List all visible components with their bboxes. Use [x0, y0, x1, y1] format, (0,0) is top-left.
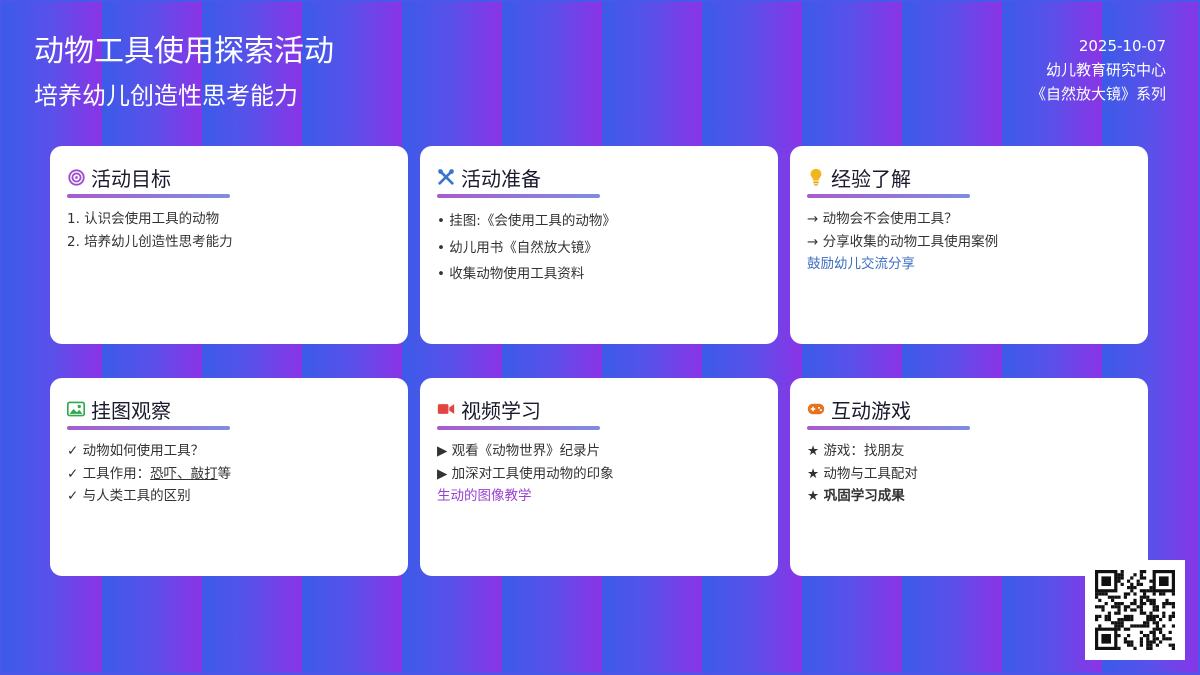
- list-item: 1. 认识会使用工具的动物: [67, 211, 220, 227]
- list-item: ★ 游戏：找朋友: [807, 443, 905, 459]
- card-video-learning: 视频学习 ▶ 观看《动物世界》纪录片 ▶ 加深对工具使用动物的印象 生动的图像教…: [420, 378, 778, 576]
- page-title: 动物工具使用探索活动: [34, 34, 334, 69]
- page-subtitle: 培养幼儿创造性思考能力: [34, 82, 298, 110]
- series-text: 《自然放大镜》系列: [1030, 85, 1166, 103]
- card-title: 视频学习: [461, 398, 541, 423]
- tools-icon: [437, 168, 455, 186]
- image-icon: [67, 400, 85, 418]
- tool-link[interactable]: 恐吓、敲打: [150, 466, 218, 482]
- date-text: 2025-10-07: [1078, 37, 1166, 55]
- card-title: 挂图观察: [91, 398, 171, 423]
- card-activity-prep: 活动准备 • 挂图:《会使用工具的动物》 • 幼儿用书《自然放大镜》 • 收集动…: [420, 146, 778, 344]
- list-item: ✓ 工具作用：恐吓、敲打等: [67, 465, 232, 482]
- video-icon: [437, 400, 455, 418]
- list-item: • 收集动物使用工具资料: [437, 266, 585, 282]
- card-title: 活动准备: [461, 166, 541, 191]
- qr-code[interactable]: [1085, 560, 1185, 660]
- list-item: • 幼儿用书《自然放大镜》: [437, 239, 598, 256]
- title-underline: [67, 194, 230, 198]
- title-underline: [807, 426, 970, 430]
- card-chart-observation: 挂图观察 ✓ 动物如何使用工具？ ✓ 工具作用：恐吓、敲打等 ✓ 与人类工具的区…: [50, 378, 408, 576]
- target-icon: [67, 168, 85, 186]
- title-underline: [437, 194, 600, 198]
- card-interactive-game: 互动游戏 ★ 游戏：找朋友 ★ 动物与工具配对 ★ 巩固学习成果: [790, 378, 1148, 576]
- card-activity-goals: 活动目标 1. 认识会使用工具的动物 2. 培养幼儿创造性思考能力: [50, 146, 408, 344]
- card-title: 互动游戏: [831, 398, 911, 423]
- list-item: ★ 巩固学习成果: [807, 488, 905, 504]
- title-underline: [67, 426, 230, 430]
- list-item: ▶ 加深对工具使用动物的印象: [437, 465, 614, 482]
- gamepad-icon: [807, 400, 825, 418]
- title-underline: [807, 194, 970, 198]
- list-item: ★ 动物与工具配对: [807, 465, 918, 482]
- card-title: 经验了解: [831, 166, 911, 191]
- list-item: → 动物会不会使用工具？: [807, 211, 958, 227]
- org-text: 幼儿教育研究中心: [1045, 61, 1166, 79]
- card-title: 活动目标: [91, 166, 171, 191]
- list-item: 2. 培养幼儿创造性思考能力: [67, 233, 233, 250]
- card-note: 生动的图像教学: [437, 488, 532, 504]
- list-item: → 分享收集的动物工具使用案例: [807, 233, 999, 250]
- lightbulb-icon: [807, 168, 825, 186]
- header: 动物工具使用探索活动 培养幼儿创造性思考能力: [34, 30, 334, 114]
- title-underline: [437, 426, 600, 430]
- list-item: ✓ 与人类工具的区别: [67, 488, 191, 504]
- list-item: • 挂图:《会使用工具的动物》: [437, 213, 616, 229]
- list-item: ✓ 动物如何使用工具？: [67, 443, 205, 459]
- card-note: 鼓励幼儿交流分享: [807, 256, 915, 272]
- list-item: ▶ 观看《动物世界》纪录片: [437, 443, 601, 459]
- card-experience: 经验了解 → 动物会不会使用工具？ → 分享收集的动物工具使用案例 鼓励幼儿交流…: [790, 146, 1148, 344]
- header-meta: 2025-10-07 幼儿教育研究中心 《自然放大镜》系列: [1031, 34, 1166, 106]
